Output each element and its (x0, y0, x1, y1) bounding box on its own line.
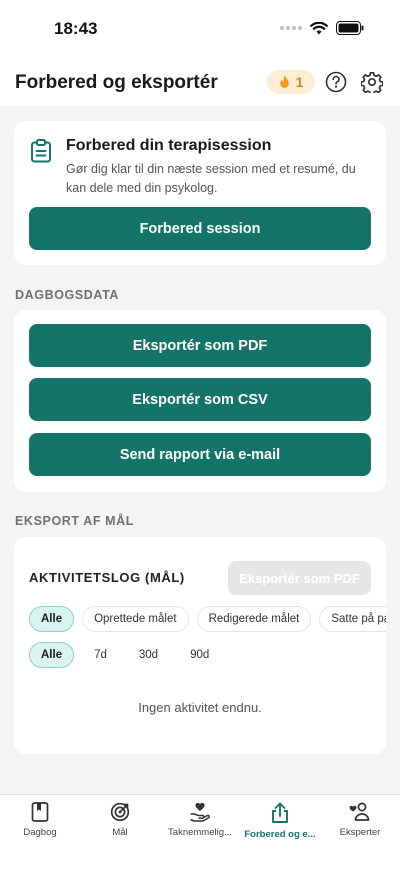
send-report-email-button[interactable]: Send rapport via e-mail (29, 433, 371, 476)
prepare-title: Forbered din terapisession (66, 137, 272, 154)
people-icon (349, 802, 370, 821)
goal-export-card: AKTIVITETSLOG (MÅL) Eksportér som PDF Al… (14, 537, 386, 754)
app-header: Forbered og eksportér 1 (0, 58, 400, 106)
tab-label: Mål (112, 827, 128, 838)
tab-label: Forbered og e... (244, 829, 316, 840)
tab-diary[interactable]: Dagbog (0, 795, 80, 845)
type-filter-row: Alle Oprettede målet Redigerede målet Sa… (14, 603, 386, 635)
status-time: 18:43 (54, 19, 98, 38)
filter-chip-edited[interactable]: Redigerede målet (196, 606, 312, 632)
empty-activity-text: Ingen aktivitet endnu. (138, 700, 262, 715)
tab-label: Taknemmelig... (168, 827, 232, 838)
filter-chip-created[interactable]: Oprettede målet (82, 606, 189, 632)
filter-chip-paused[interactable]: Satte på pa (319, 606, 386, 632)
heart-hand-icon (190, 802, 211, 822)
tab-label: Eksperter (339, 827, 381, 838)
period-chip-7d[interactable]: 7d (82, 642, 119, 668)
prepare-description: Gør dig klar til din næste session med e… (66, 162, 356, 195)
share-icon (272, 802, 288, 823)
target-icon (110, 802, 130, 822)
wifi-icon (310, 21, 328, 34)
tab-label: Dagbog (23, 827, 57, 838)
streak-count: 1 (295, 74, 304, 90)
export-pdf-button[interactable]: Eksportér som PDF (29, 324, 371, 367)
filter-chip-all-types[interactable]: Alle (29, 606, 75, 632)
clipboard-icon (31, 139, 51, 163)
prepare-session-button[interactable]: Forbered session (29, 207, 371, 250)
prepare-session-card: Forbered din terapisession Gør dig klar … (14, 121, 386, 265)
activity-log-title: AKTIVITETSLOG (MÅL) (29, 570, 185, 585)
tab-goals[interactable]: Mål (80, 795, 160, 845)
goal-export-section-label: EKSPORT AF MÅL (15, 514, 135, 528)
battery-icon (336, 21, 364, 35)
export-csv-button[interactable]: Eksportér som CSV (29, 378, 371, 421)
export-goals-pdf-button[interactable]: Eksportér som PDF (228, 561, 371, 595)
period-chip-90d[interactable]: 90d (178, 642, 222, 668)
tab-experts[interactable]: Eksperter (320, 795, 400, 845)
flame-icon (279, 75, 289, 88)
streak-badge[interactable]: 1 (267, 70, 315, 94)
page-title: Forbered og eksportér (15, 72, 218, 93)
period-chip-30d[interactable]: 30d (126, 642, 171, 668)
tab-gratitude[interactable]: Taknemmelig... (160, 795, 240, 845)
tab-prepare-export[interactable]: Forbered og e... (240, 795, 320, 845)
gear-icon[interactable] (361, 71, 383, 93)
status-bar: 18:43 (0, 0, 400, 58)
diary-export-card: Eksportér som PDF Eksportér som CSV Send… (14, 310, 386, 492)
period-filter-row: Alle 7d 30d 90d (29, 642, 222, 668)
diary-data-section-label: DAGBOGSDATA (15, 288, 120, 302)
book-icon (31, 802, 49, 822)
bottom-tab-bar: Dagbog Mål Taknemmelig... Forbered og e.… (0, 794, 400, 869)
cellular-signal-icon (280, 26, 302, 30)
help-icon[interactable] (325, 71, 347, 93)
period-chip-all[interactable]: Alle (29, 642, 75, 668)
